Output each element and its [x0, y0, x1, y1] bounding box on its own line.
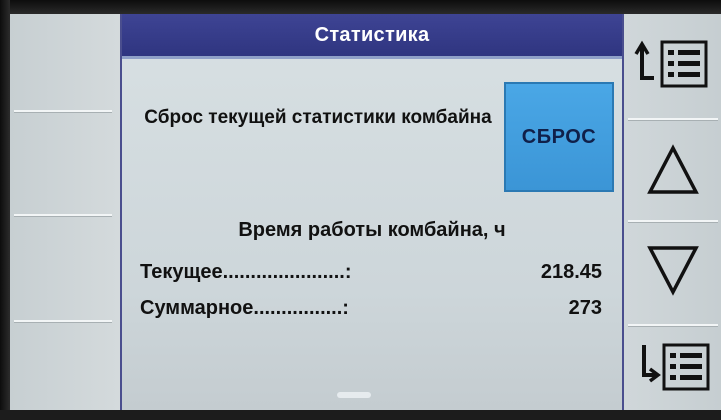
display-bezel-left: [0, 0, 10, 420]
triangle-down-icon: [646, 244, 699, 301]
title-bar: Статистика: [122, 14, 622, 56]
left-softkey-divider: [14, 320, 112, 322]
right-softkey-divider: [628, 324, 718, 326]
left-softkey-divider: [14, 214, 112, 216]
left-softkey-divider: [14, 110, 112, 112]
list-up-icon: [633, 38, 712, 95]
current-time-label: Текущее......................:: [140, 261, 352, 283]
reset-button[interactable]: СБРОС: [504, 82, 614, 192]
current-time-value: 218.45: [540, 261, 602, 283]
title-underline: [122, 56, 622, 59]
display-bezel-bottom: [0, 410, 721, 420]
total-time-value: 273: [568, 297, 602, 319]
left-softkey-column: [10, 14, 120, 410]
work-time-heading: Время работы комбайна, ч: [238, 219, 506, 241]
scroll-down-button[interactable]: [624, 226, 721, 318]
page-title: Статистика: [314, 23, 430, 46]
display-screen: Статистика Сброс текущей статистики комб…: [10, 14, 721, 410]
reset-statistics-label: Сброс текущей статистики комбайна: [144, 107, 492, 128]
right-softkey-divider: [628, 118, 718, 120]
triangle-up-icon: [646, 143, 699, 201]
list-down-button[interactable]: [624, 330, 721, 408]
list-up-button[interactable]: [624, 24, 721, 108]
right-softkey-divider: [628, 220, 718, 222]
total-time-label: Суммарное................:: [140, 297, 349, 319]
list-down-icon: [634, 341, 712, 398]
reset-button-label: СБРОС: [521, 125, 597, 148]
display-bezel-top: [0, 0, 721, 14]
right-softkey-column: [624, 14, 721, 410]
statistics-panel: Статистика Сброс текущей статистики комб…: [120, 14, 624, 410]
scroll-up-button[interactable]: [624, 126, 721, 218]
screen-glare: [337, 392, 371, 398]
